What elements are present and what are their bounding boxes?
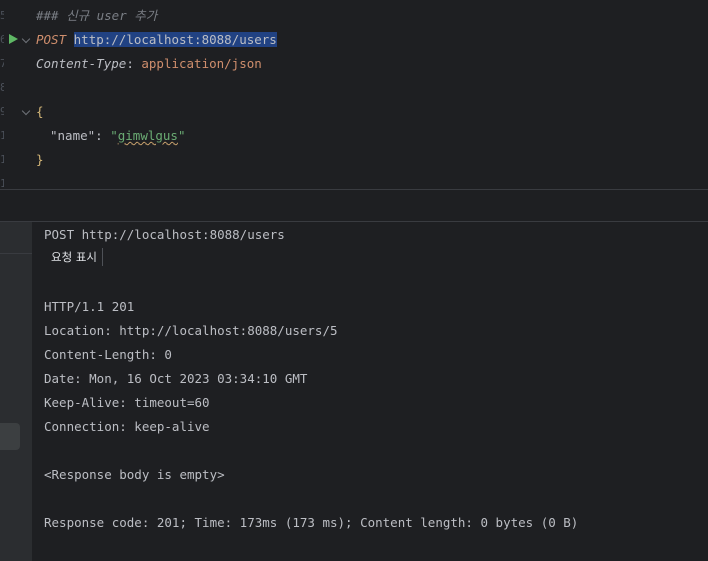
- line-number: 6: [0, 33, 4, 46]
- json-property: "name": "gimwlgus": [50, 128, 186, 144]
- header-value: application/json: [141, 56, 262, 71]
- http-request-editor[interactable]: 5 6 7 8 9 10 11 12 ### 신규 user 추가 POST h…: [0, 0, 708, 190]
- response-line: Content-Length: 0: [44, 347, 172, 362]
- response-line: Location: http://localhost:8088/users/5: [44, 323, 338, 338]
- divider: [0, 253, 32, 254]
- header-separator: :: [126, 56, 142, 71]
- output-side-toolbar: [0, 222, 32, 561]
- line-number: 7: [0, 57, 4, 70]
- line-number: 10: [0, 129, 4, 142]
- response-line: Connection: keep-alive: [44, 419, 210, 434]
- request-comment: ### 신규 user 추가: [36, 8, 158, 23]
- response-output: POST http://localhost:8088/users 요청 표시 H…: [32, 222, 708, 561]
- request-line: POST http://localhost:8088/users: [36, 32, 277, 48]
- response-body-note: <Response body is empty>: [44, 467, 225, 482]
- line-number: 5: [0, 9, 4, 22]
- line-number: 8: [0, 81, 4, 94]
- output-toolbar: [0, 190, 708, 222]
- header-line: Content-Type: application/json: [36, 56, 262, 72]
- response-line: Date: Mon, 16 Oct 2023 03:34:10 GMT: [44, 371, 308, 386]
- spellcheck-word: gimwlgus: [117, 128, 178, 143]
- chevron-down-icon[interactable]: [21, 34, 31, 44]
- json-colon: :: [95, 128, 111, 143]
- response-summary: Response code: 201; Time: 173ms (173 ms)…: [44, 515, 579, 530]
- json-key: "name": [50, 128, 96, 143]
- json-brace-close: }: [36, 152, 44, 167]
- header-name: Content-Type: [36, 56, 127, 71]
- line-number: 9: [0, 105, 4, 118]
- http-method: POST: [36, 32, 67, 47]
- response-request-line: POST http://localhost:8088/users: [44, 227, 285, 242]
- response-line: Keep-Alive: timeout=60: [44, 395, 210, 410]
- fold-chevron-icon[interactable]: [21, 106, 31, 116]
- side-toolbar-button[interactable]: [0, 423, 20, 450]
- json-brace-open: {: [36, 104, 44, 119]
- line-number: 11: [0, 153, 4, 166]
- run-icon[interactable]: [9, 34, 18, 44]
- response-line: HTTP/1.1 201: [44, 299, 135, 314]
- show-request-button[interactable]: 요청 표시: [44, 248, 103, 266]
- editor-gutter: 5 6 7 8 9 10 11 12: [0, 0, 34, 190]
- json-value: "gimwlgus": [110, 128, 186, 143]
- request-url[interactable]: http://localhost:8088/users: [73, 32, 277, 47]
